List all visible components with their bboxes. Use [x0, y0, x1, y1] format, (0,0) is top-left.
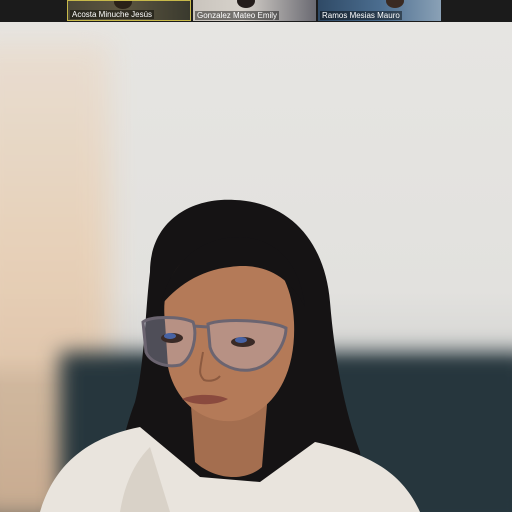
participant-name: Ramos Mesias Mauro: [320, 11, 402, 20]
active-speaker-video[interactable]: [0, 22, 512, 512]
participant-video-icon: [114, 1, 132, 9]
participant-thumbnail-ramos[interactable]: Ramos Mesias Mauro: [318, 0, 441, 21]
participant-video-icon: [386, 0, 404, 8]
participant-video-icon: [237, 0, 255, 8]
participant-name: Acosta Minuche Jesús: [70, 10, 155, 19]
participant-name: Gonzalez Mateo Emily: [195, 11, 280, 20]
participant-thumbnail-gonzalez[interactable]: Gonzalez Mateo Emily: [193, 0, 316, 21]
speaker-video-feed: [40, 199, 420, 512]
participant-strip: Acosta Minuche Jesús Gonzalez Mateo Emil…: [0, 0, 512, 22]
participant-thumbnail-acosta[interactable]: Acosta Minuche Jesús: [67, 0, 191, 21]
